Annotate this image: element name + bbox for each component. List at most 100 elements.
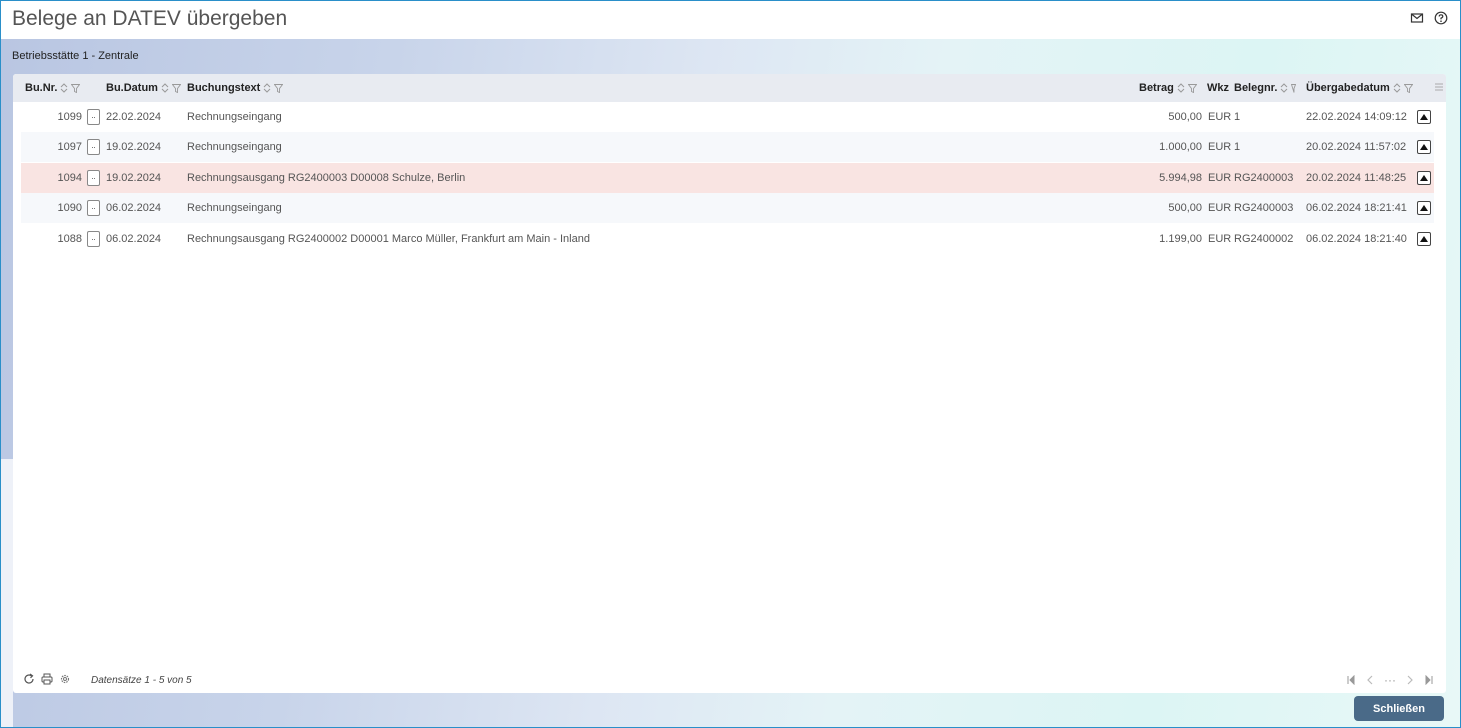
cell-buchungstext: Rechnungseingang [187,141,282,153]
cell-belegnr: 1 [1234,111,1241,123]
column-header-bunr[interactable]: Bu.Nr. [25,82,81,94]
previous-page-icon[interactable] [1366,675,1374,685]
column-header-buchungstext[interactable]: Buchungstext [187,82,284,94]
cell-buchungstext: Rechnungseingang [187,111,282,123]
filter-icon[interactable] [71,83,81,93]
title-icons [1410,11,1448,25]
row-detail-button[interactable]: .. [87,109,100,125]
cell-uebergabedatum: 20.02.2024 11:48:25 [1306,172,1407,184]
filter-icon[interactable] [1187,83,1197,93]
cell-buchungstext: Rechnungsausgang RG2400002 D00001 Marco … [187,233,590,245]
column-header-belegnr[interactable]: Belegnr. [1234,82,1297,94]
cell-buchungstext: Rechnungsausgang RG2400003 D00008 Schulz… [187,172,466,184]
sort-icon[interactable] [60,83,68,93]
caret-up-icon [1420,114,1428,120]
cell-betrag: 1.199,00 [1159,233,1202,245]
row-detail-button[interactable]: .. [87,170,100,186]
print-icon[interactable] [41,673,53,685]
column-header-budatum[interactable]: Bu.Datum [106,82,181,94]
sort-icon[interactable] [161,83,169,93]
table-row[interactable]: 1090 .. 06.02.2024 Rechnungseingang 500,… [21,193,1434,223]
column-label-buchungstext: Buchungstext [187,82,261,94]
row-detail-button[interactable]: .. [87,231,100,247]
table-row[interactable]: 1099 .. 22.02.2024 Rechnungseingang 500,… [21,102,1434,132]
sort-icon[interactable] [1280,83,1288,93]
cell-bunr: 1094 [57,172,82,184]
column-label-wkz: Wkz [1207,82,1229,94]
filter-icon[interactable] [171,83,181,93]
data-grid: Bu.Nr. Bu.Datum Buchungstext Betrag Wkz [13,74,1446,693]
cell-budatum: 19.02.2024 [106,141,162,153]
row-detail-button[interactable]: .. [87,200,100,216]
table-row-selected[interactable]: 1094 .. 19.02.2024 Rechnungsausgang RG24… [21,163,1434,193]
table-row[interactable]: 1097 .. 19.02.2024 Rechnungseingang 1.00… [21,132,1434,162]
settings-icon[interactable] [59,673,71,685]
cell-wkz: EUR [1208,202,1232,214]
column-menu-icon[interactable] [1434,82,1444,92]
column-label-budatum: Bu.Datum [106,82,158,94]
filter-icon[interactable] [1291,83,1297,93]
cell-wkz: EUR [1208,141,1232,153]
column-label-betrag: Betrag [1139,82,1174,94]
column-label-uebergabedatum: Übergabedatum [1306,82,1390,94]
cell-bunr: 1099 [57,111,82,123]
cell-belegnr: RG2400002 [1234,233,1294,245]
caret-up-icon [1420,236,1428,242]
grid-header: Bu.Nr. Bu.Datum Buchungstext Betrag Wkz [13,74,1446,102]
row-action-button[interactable] [1417,140,1431,154]
cell-budatum: 06.02.2024 [106,233,162,245]
cell-uebergabedatum: 06.02.2024 18:21:40 [1306,233,1407,245]
help-icon[interactable] [1434,11,1448,25]
close-button[interactable]: Schließen [1354,696,1444,721]
cell-wkz: EUR [1208,172,1232,184]
cell-budatum: 22.02.2024 [106,111,162,123]
refresh-icon[interactable] [23,673,35,685]
cell-uebergabedatum: 22.02.2024 14:09:12 [1306,111,1407,123]
cell-belegnr: RG2400003 [1234,172,1294,184]
record-count: Datensätze 1 - 5 von 5 [91,675,192,686]
cell-budatum: 06.02.2024 [106,202,162,214]
filter-icon[interactable] [274,83,284,93]
filter-icon[interactable] [1403,83,1413,93]
cell-uebergabedatum: 06.02.2024 18:21:41 [1306,202,1407,214]
row-action-button[interactable] [1417,201,1431,215]
caret-up-icon [1420,175,1428,181]
row-action-button[interactable] [1417,232,1431,246]
cell-betrag: 500,00 [1168,111,1202,123]
cell-belegnr: RG2400003 [1234,202,1294,214]
section-label: Betriebsstätte 1 - Zentrale [12,50,139,62]
cell-betrag: 1.000,00 [1159,141,1202,153]
cell-wkz: EUR [1208,111,1232,123]
row-action-button[interactable] [1417,171,1431,185]
row-detail-button[interactable]: .. [87,139,100,155]
column-header-wkz[interactable]: Wkz [1207,82,1229,94]
grid-footer: Datensätze 1 - 5 von 5 ··· [13,671,1446,693]
cell-bunr: 1097 [57,141,82,153]
caret-up-icon [1420,205,1428,211]
table-row[interactable]: 1088 .. 06.02.2024 Rechnungsausgang RG24… [21,224,1434,254]
column-header-betrag[interactable]: Betrag [1139,82,1197,94]
page-ellipsis[interactable]: ··· [1384,673,1396,687]
caret-up-icon [1420,144,1428,150]
cell-uebergabedatum: 20.02.2024 11:57:02 [1306,141,1407,153]
first-page-icon[interactable] [1346,675,1356,685]
column-label-belegnr: Belegnr. [1234,82,1278,94]
last-page-icon[interactable] [1424,675,1434,685]
dialog-window: Belege an DATEV übergeben Betriebsstätte… [0,0,1461,728]
sort-icon[interactable] [1177,83,1185,93]
cell-wkz: EUR [1208,233,1232,245]
dialog-title: Belege an DATEV übergeben [12,7,288,30]
footer-icons [23,673,71,685]
cell-bunr: 1088 [57,233,82,245]
cell-betrag: 5.994,98 [1159,172,1202,184]
column-label-bunr: Bu.Nr. [25,82,58,94]
sort-icon[interactable] [263,83,271,93]
mail-icon[interactable] [1410,11,1424,25]
cell-budatum: 19.02.2024 [106,172,162,184]
cell-belegnr: 1 [1234,141,1241,153]
next-page-icon[interactable] [1406,675,1414,685]
column-header-uebergabedatum[interactable]: Übergabedatum [1306,82,1413,94]
row-action-button[interactable] [1417,110,1431,124]
sort-icon[interactable] [1393,83,1401,93]
cell-buchungstext: Rechnungseingang [187,202,282,214]
